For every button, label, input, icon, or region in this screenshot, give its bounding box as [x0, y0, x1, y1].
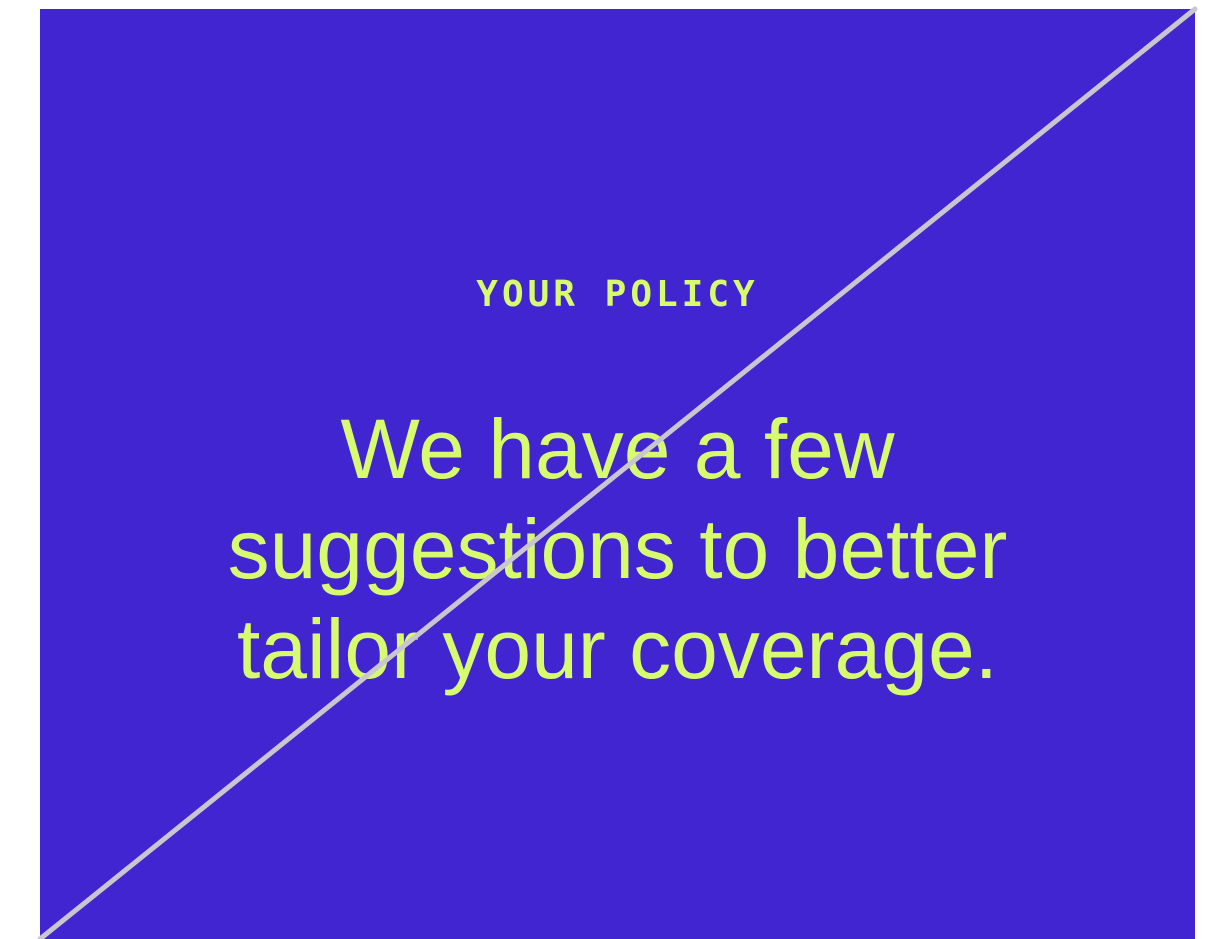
headline: We have a few suggestions to better tail…	[40, 399, 1195, 699]
eyebrow-label: YOUR POLICY	[476, 274, 759, 315]
headline-line: suggestions to better	[227, 502, 1008, 596]
headline-line: We have a few	[340, 402, 895, 496]
policy-card: YOUR POLICY We have a few suggestions to…	[40, 9, 1195, 939]
headline-line: tailor your coverage.	[236, 602, 999, 696]
